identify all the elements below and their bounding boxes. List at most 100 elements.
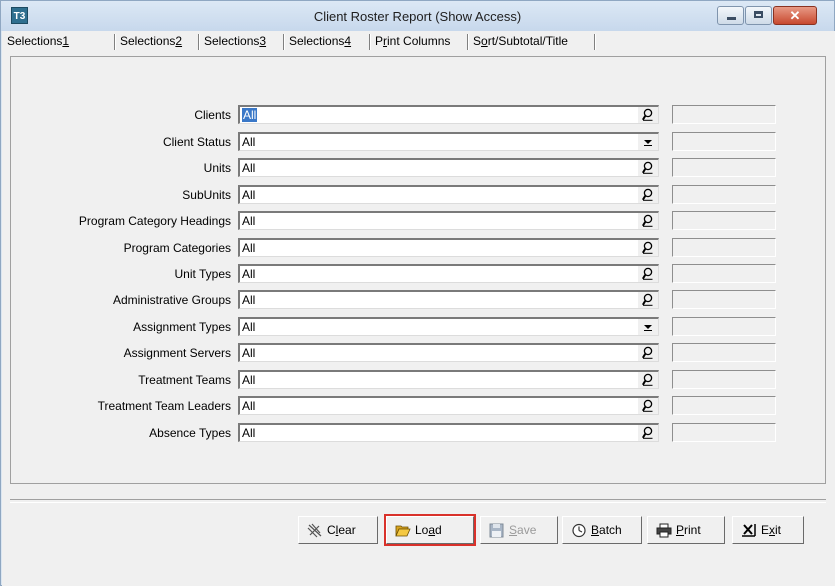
treatment-team-leaders-value[interactable]: All (242, 399, 255, 413)
tab-label: Selections (289, 34, 345, 48)
subunits-lookup-button[interactable] (638, 187, 658, 203)
clients-label: Clients (194, 108, 231, 122)
tab-label: Selections (204, 34, 260, 48)
units-field[interactable]: All (238, 158, 659, 177)
chevron-down-icon (644, 325, 652, 329)
magnifier-icon (642, 214, 653, 227)
treatment-teams-label: Treatment Teams (138, 373, 231, 387)
subunits-label: SubUnits (182, 188, 231, 202)
administrative-groups-summary-box (672, 290, 776, 309)
absence-types-summary-box (672, 423, 776, 442)
unit-types-value[interactable]: All (242, 267, 255, 281)
clients-field[interactable]: All (238, 105, 659, 124)
treatment-teams-lookup-button[interactable] (638, 372, 658, 388)
program-categories-value[interactable]: All (242, 241, 255, 255)
tab-label: P (375, 34, 384, 48)
minimize-button[interactable] (717, 6, 744, 25)
program-categories-label: Program Categories (123, 241, 231, 255)
magnifier-icon (642, 161, 653, 174)
program-category-headings-value[interactable]: All (242, 214, 255, 228)
magnifier-icon (642, 241, 653, 254)
chevron-down-icon (644, 140, 652, 144)
treatment-teams-summary-box (672, 370, 776, 389)
assignment-types-dropdown-button[interactable] (638, 319, 658, 335)
tab-selections2[interactable]: Selections2 (118, 31, 184, 51)
units-lookup-button[interactable] (638, 160, 658, 176)
tab-accel: 3 (259, 34, 267, 48)
batch-button[interactable]: Batch (562, 516, 642, 544)
assignment-servers-value[interactable]: All (242, 346, 255, 360)
tab-divider (283, 34, 285, 50)
units-label: Units (203, 161, 231, 175)
report-window: T3 Client Roster Report (Show Access) ✕ … (0, 0, 835, 586)
tab-selections3[interactable]: Selections3 (202, 31, 268, 51)
tab-sort-subtotal-title[interactable]: Sort/Subtotal/Title (471, 31, 570, 51)
assignment-types-field[interactable]: All (238, 317, 659, 336)
tab-accel: 4 (344, 34, 352, 48)
assignment-types-value[interactable]: All (242, 320, 255, 334)
treatment-team-leaders-label: Treatment Team Leaders (97, 399, 231, 413)
subunits-value[interactable]: All (242, 188, 255, 202)
tab-label: Selections (7, 34, 63, 48)
tab-selections4[interactable]: Selections4 (287, 31, 353, 51)
tab-print-columns[interactable]: Print Columns (373, 31, 452, 51)
administrative-groups-field[interactable]: All (238, 290, 659, 309)
treatment-teams-value[interactable]: All (242, 373, 255, 387)
open-folder-icon (395, 525, 411, 537)
broom-icon (307, 523, 322, 538)
clients-lookup-button[interactable] (638, 107, 658, 123)
unit-types-summary-box (672, 264, 776, 283)
administrative-groups-lookup-button[interactable] (638, 292, 658, 308)
units-value[interactable]: All (242, 161, 255, 175)
print-button[interactable]: Print (647, 516, 725, 544)
clients-value[interactable]: All (242, 108, 258, 122)
treatment-team-leaders-lookup-button[interactable] (638, 398, 658, 414)
treatment-teams-field[interactable]: All (238, 370, 659, 389)
save-button[interactable]: Save (480, 516, 558, 544)
absence-types-lookup-button[interactable] (638, 425, 658, 441)
close-icon: ✕ (789, 8, 801, 23)
magnifier-icon (642, 108, 653, 121)
magnifier-icon (642, 346, 653, 359)
exit-button-label: Exit (761, 523, 782, 537)
absence-types-field[interactable]: All (238, 423, 659, 442)
client-status-dropdown-button[interactable] (638, 134, 658, 150)
window-title: Client Roster Report (Show Access) (313, 9, 522, 24)
dropdown-bar (644, 330, 652, 331)
tab-selections1[interactable]: Selections1 (5, 31, 72, 51)
program-category-headings-lookup-button[interactable] (638, 213, 658, 229)
program-category-headings-field[interactable]: All (238, 211, 659, 230)
subunits-summary-box (672, 185, 776, 204)
unit-types-lookup-button[interactable] (638, 266, 658, 282)
maximize-button[interactable] (745, 6, 772, 25)
print-button-label: Print (676, 523, 701, 537)
magnifier-icon (642, 373, 653, 386)
client-status-value[interactable]: All (242, 135, 255, 149)
load-button[interactable]: Load (384, 514, 476, 546)
tab-accel: 1 (62, 34, 70, 48)
program-categories-lookup-button[interactable] (638, 240, 658, 256)
load-button-label: Load (415, 523, 442, 537)
assignment-servers-lookup-button[interactable] (638, 345, 658, 361)
program-categories-field[interactable]: All (238, 238, 659, 257)
title-bar[interactable]: T3 Client Roster Report (Show Access) ✕ (1, 1, 834, 31)
subunits-field[interactable]: All (238, 185, 659, 204)
tab-label: int Columns (387, 34, 451, 48)
clear-button[interactable]: Clear (298, 516, 378, 544)
exit-x-icon (742, 524, 756, 537)
administrative-groups-value[interactable]: All (242, 293, 255, 307)
treatment-team-leaders-field[interactable]: All (238, 396, 659, 415)
unit-types-field[interactable]: All (238, 264, 659, 283)
absence-types-value[interactable]: All (242, 426, 255, 440)
save-button-label: Save (509, 523, 537, 537)
magnifier-icon (642, 188, 653, 201)
program-category-headings-label: Program Category Headings (78, 214, 231, 228)
close-button[interactable]: ✕ (773, 6, 817, 25)
exit-button[interactable]: Exit (732, 516, 804, 544)
tab-divider (369, 34, 371, 50)
client-status-field[interactable]: All (238, 132, 659, 151)
clear-button-label: Clear (327, 523, 356, 537)
assignment-servers-field[interactable]: All (238, 343, 659, 362)
magnifier-icon (642, 426, 653, 439)
dropdown-bar (644, 145, 652, 146)
